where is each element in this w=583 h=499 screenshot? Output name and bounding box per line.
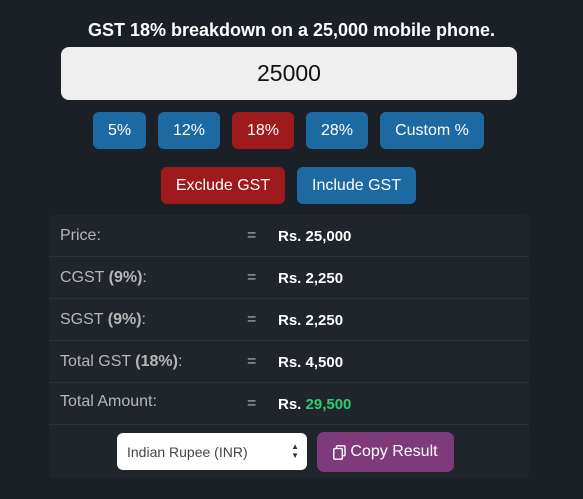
equals-sign: = <box>247 227 257 244</box>
result-panel: Price: = Rs. 25,000 CGST (9%): = Rs. 2,2… <box>49 215 529 478</box>
sgst-label-text: SGST <box>60 311 104 328</box>
amount-input[interactable] <box>61 47 517 100</box>
currency-prefix: Rs. <box>278 270 302 287</box>
total-gst-colon: : <box>177 353 183 370</box>
cgst-colon: : <box>142 269 147 286</box>
cgst-rate: (9%) <box>108 269 143 286</box>
rate-18-button[interactable]: 18% <box>232 112 294 149</box>
sgst-row: SGST (9%): = Rs. 2,250 <box>49 299 529 341</box>
price-label: Price: <box>60 227 101 244</box>
total-amount-label: Total Amount: <box>60 393 157 410</box>
rate-12-button[interactable]: 12% <box>158 112 220 149</box>
copy-result-button[interactable]: Copy Result <box>317 432 454 472</box>
currency-select[interactable]: Indian Rupee (INR) ▲ ▼ <box>117 433 307 470</box>
total-gst-label-text: Total GST <box>60 353 131 370</box>
page-title: GST 18% breakdown on a 25,000 mobile pho… <box>87 20 496 40</box>
total-gst-rate: (18%) <box>135 353 178 370</box>
sgst-amount: 2,250 <box>305 312 344 329</box>
cgst-label-text: CGST <box>60 269 105 286</box>
total-gst-value: Rs. 4,500 <box>278 354 343 371</box>
total-gst-amount: 4,500 <box>305 354 344 371</box>
rate-custom-button[interactable]: Custom % <box>380 112 484 149</box>
equals-sign: = <box>247 269 257 286</box>
sgst-label: SGST (9%): <box>60 311 146 329</box>
rate-28-button[interactable]: 28% <box>306 112 368 149</box>
price-amount: 25,000 <box>305 228 352 245</box>
rate-button-group: 5% 12% 18% 28% Custom % <box>0 112 583 149</box>
copy-icon <box>333 444 347 460</box>
currency-prefix: Rs. <box>278 396 302 413</box>
sgst-rate: (9%) <box>107 311 142 328</box>
currency-prefix: Rs. <box>278 228 302 245</box>
rate-5-button[interactable]: 5% <box>93 112 146 149</box>
price-row: Price: = Rs. 25,000 <box>49 215 529 257</box>
select-arrows-icon: ▲ ▼ <box>291 442 299 460</box>
equals-sign: = <box>247 395 257 412</box>
exclude-gst-button[interactable]: Exclude GST <box>161 167 285 204</box>
currency-selected-value: Indian Rupee (INR) <box>127 443 248 460</box>
sgst-colon: : <box>141 311 146 328</box>
cgst-row: CGST (9%): = Rs. 2,250 <box>49 257 529 299</box>
currency-prefix: Rs. <box>278 312 302 329</box>
equals-sign: = <box>247 311 257 328</box>
cgst-label: CGST (9%): <box>60 269 147 287</box>
include-gst-button[interactable]: Include GST <box>297 167 416 204</box>
equals-sign: = <box>247 353 257 370</box>
copy-result-label: Copy Result <box>350 443 438 460</box>
sgst-value: Rs. 2,250 <box>278 312 343 329</box>
total-amount-value: Rs. 29,500 <box>278 396 351 413</box>
price-value: Rs. 25,000 <box>278 228 351 245</box>
total-gst-label: Total GST (18%): <box>60 353 182 371</box>
total-amount-number: 29,500 <box>305 396 352 413</box>
total-gst-row: Total GST (18%): = Rs. 4,500 <box>49 341 529 383</box>
total-amount-row: Total Amount: = Rs. 29,500 <box>49 383 529 425</box>
cgst-value: Rs. 2,250 <box>278 270 343 287</box>
cgst-amount: 2,250 <box>305 270 344 287</box>
currency-prefix: Rs. <box>278 354 302 371</box>
